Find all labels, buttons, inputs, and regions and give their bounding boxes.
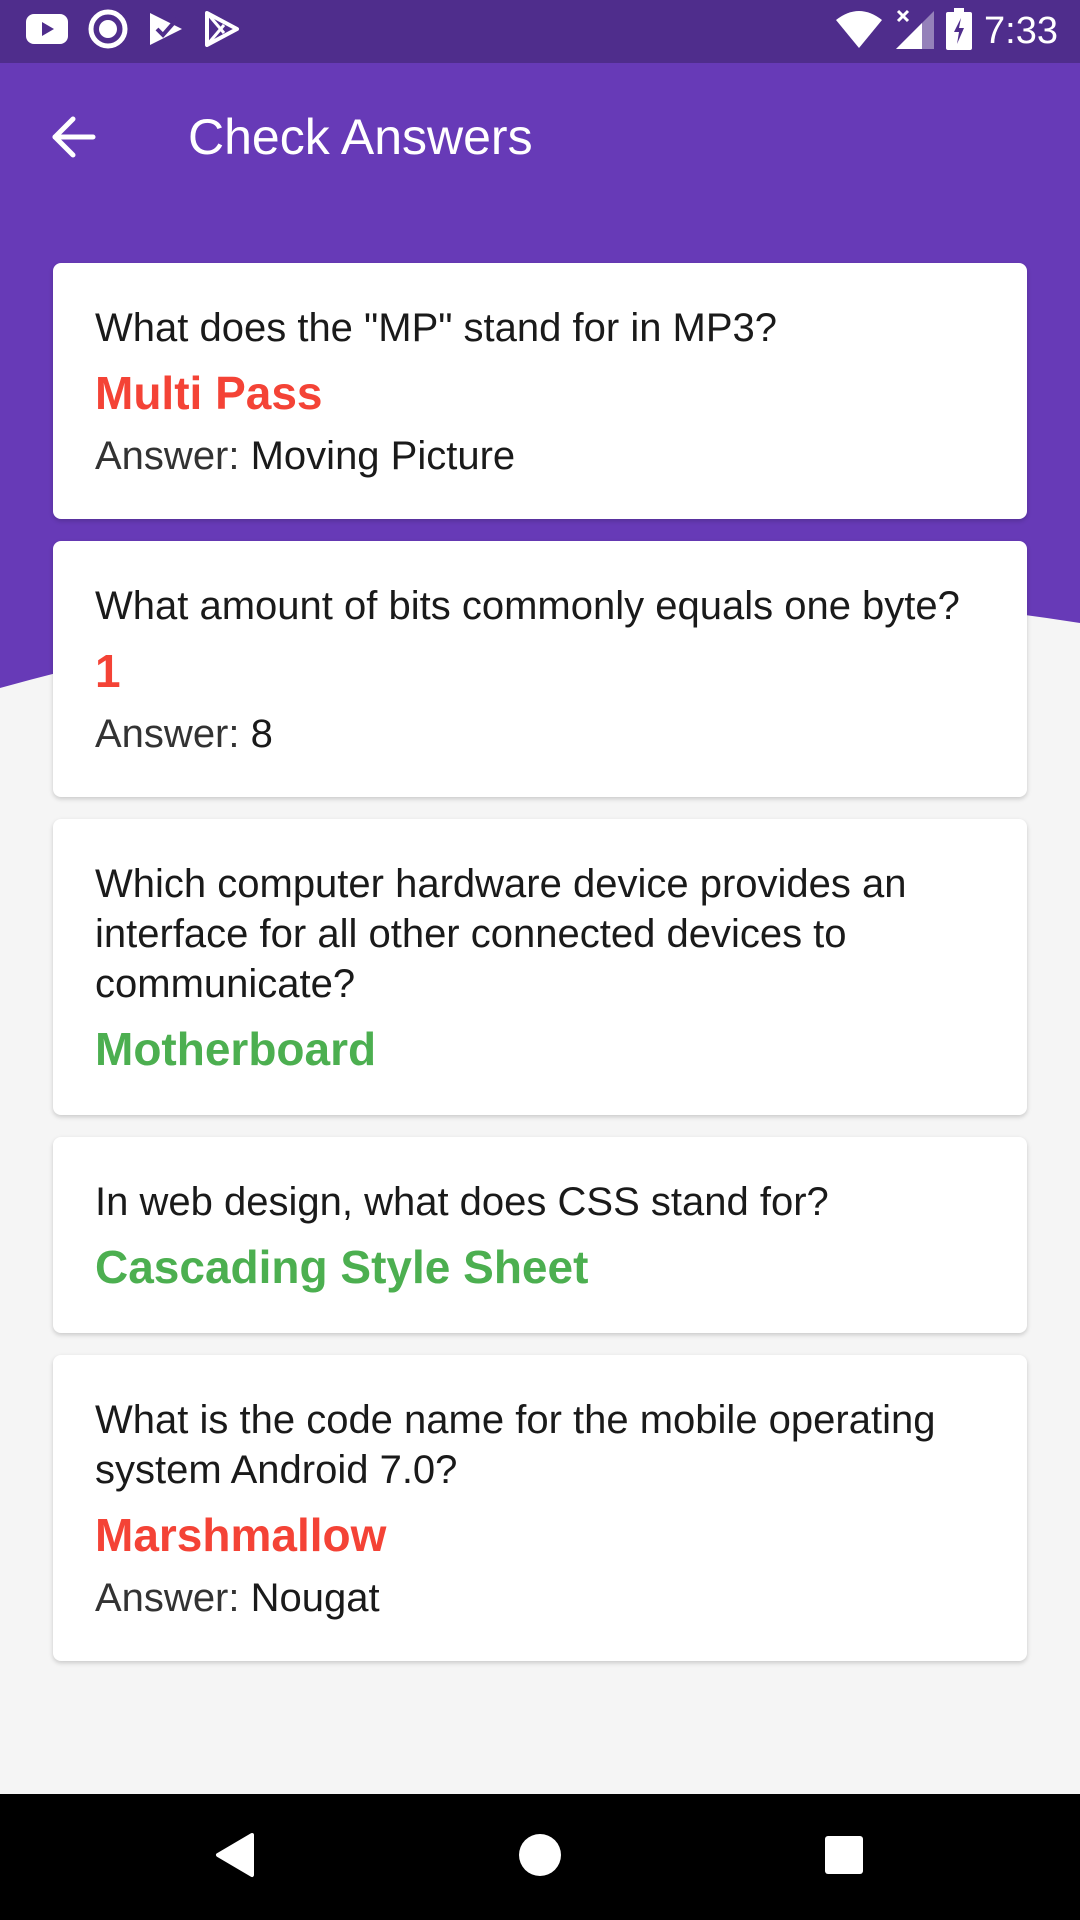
answer-prefix: Answer: (95, 712, 251, 756)
correct-answer-value: 8 (250, 712, 273, 756)
notification-icons (26, 9, 240, 54)
clock: 7:33 (984, 10, 1058, 52)
youtube-icon (26, 13, 68, 49)
answer-card[interactable]: What is the code name for the mobile ope… (53, 1355, 1027, 1661)
question-text: What amount of bits commonly equals one … (95, 584, 960, 628)
question-text: What does the "MP" stand for in MP3? (95, 306, 778, 350)
cell-signal-icon (894, 9, 935, 54)
podcast-icon (88, 9, 128, 54)
answer-card[interactable]: Which computer hardware device provides … (53, 819, 1027, 1115)
answer-card[interactable]: What amount of bits commonly equals one … (53, 541, 1027, 797)
correct-answer-line: Answer: Nougat (95, 1573, 985, 1623)
battery-charging-icon (946, 7, 973, 55)
answer-card[interactable]: In web design, what does CSS stand for? … (53, 1137, 1027, 1333)
question-text: Which computer hardware device provides … (95, 862, 907, 1006)
tasks-icon (148, 11, 184, 52)
question-text: What is the code name for the mobile ope… (95, 1398, 936, 1492)
play-store-icon (204, 10, 240, 52)
wifi-icon (836, 10, 883, 53)
selected-answer-wrong: Multi Pass (95, 367, 323, 419)
nav-back-button[interactable] (195, 1824, 275, 1890)
correct-answer-line: Answer: Moving Picture (95, 431, 985, 481)
page-title: Check Answers (188, 109, 533, 165)
navigation-bar (0, 1794, 1080, 1920)
answer-list: What does the "MP" stand for in MP3? Mul… (53, 263, 1027, 1661)
question-text: In web design, what does CSS stand for? (95, 1180, 829, 1224)
answer-card[interactable]: What does the "MP" stand for in MP3? Mul… (53, 263, 1027, 519)
answer-prefix: Answer: (95, 434, 251, 478)
back-button[interactable] (30, 103, 116, 175)
app-bar: Check Answers (0, 63, 1080, 211)
correct-answer-line: Answer: 8 (95, 709, 985, 759)
arrow-back-icon (49, 115, 97, 164)
correct-answer-value: Nougat (250, 1576, 380, 1620)
answer-prefix: Answer: (95, 1576, 251, 1620)
selected-answer-wrong: 1 (95, 645, 121, 697)
home-circle-icon (518, 1833, 562, 1882)
selected-answer-wrong: Marshmallow (95, 1509, 387, 1561)
status-bar: 7:33 (0, 0, 1080, 63)
selected-answer-correct: Cascading Style Sheet (95, 1241, 589, 1293)
nav-home-button[interactable] (500, 1824, 580, 1890)
nav-recents-button[interactable] (804, 1824, 884, 1890)
selected-answer-correct: Motherboard (95, 1023, 377, 1075)
system-status: 7:33 (836, 7, 1058, 55)
correct-answer-value: Moving Picture (250, 434, 516, 478)
back-triangle-icon (214, 1831, 256, 1884)
recents-square-icon (824, 1835, 864, 1880)
